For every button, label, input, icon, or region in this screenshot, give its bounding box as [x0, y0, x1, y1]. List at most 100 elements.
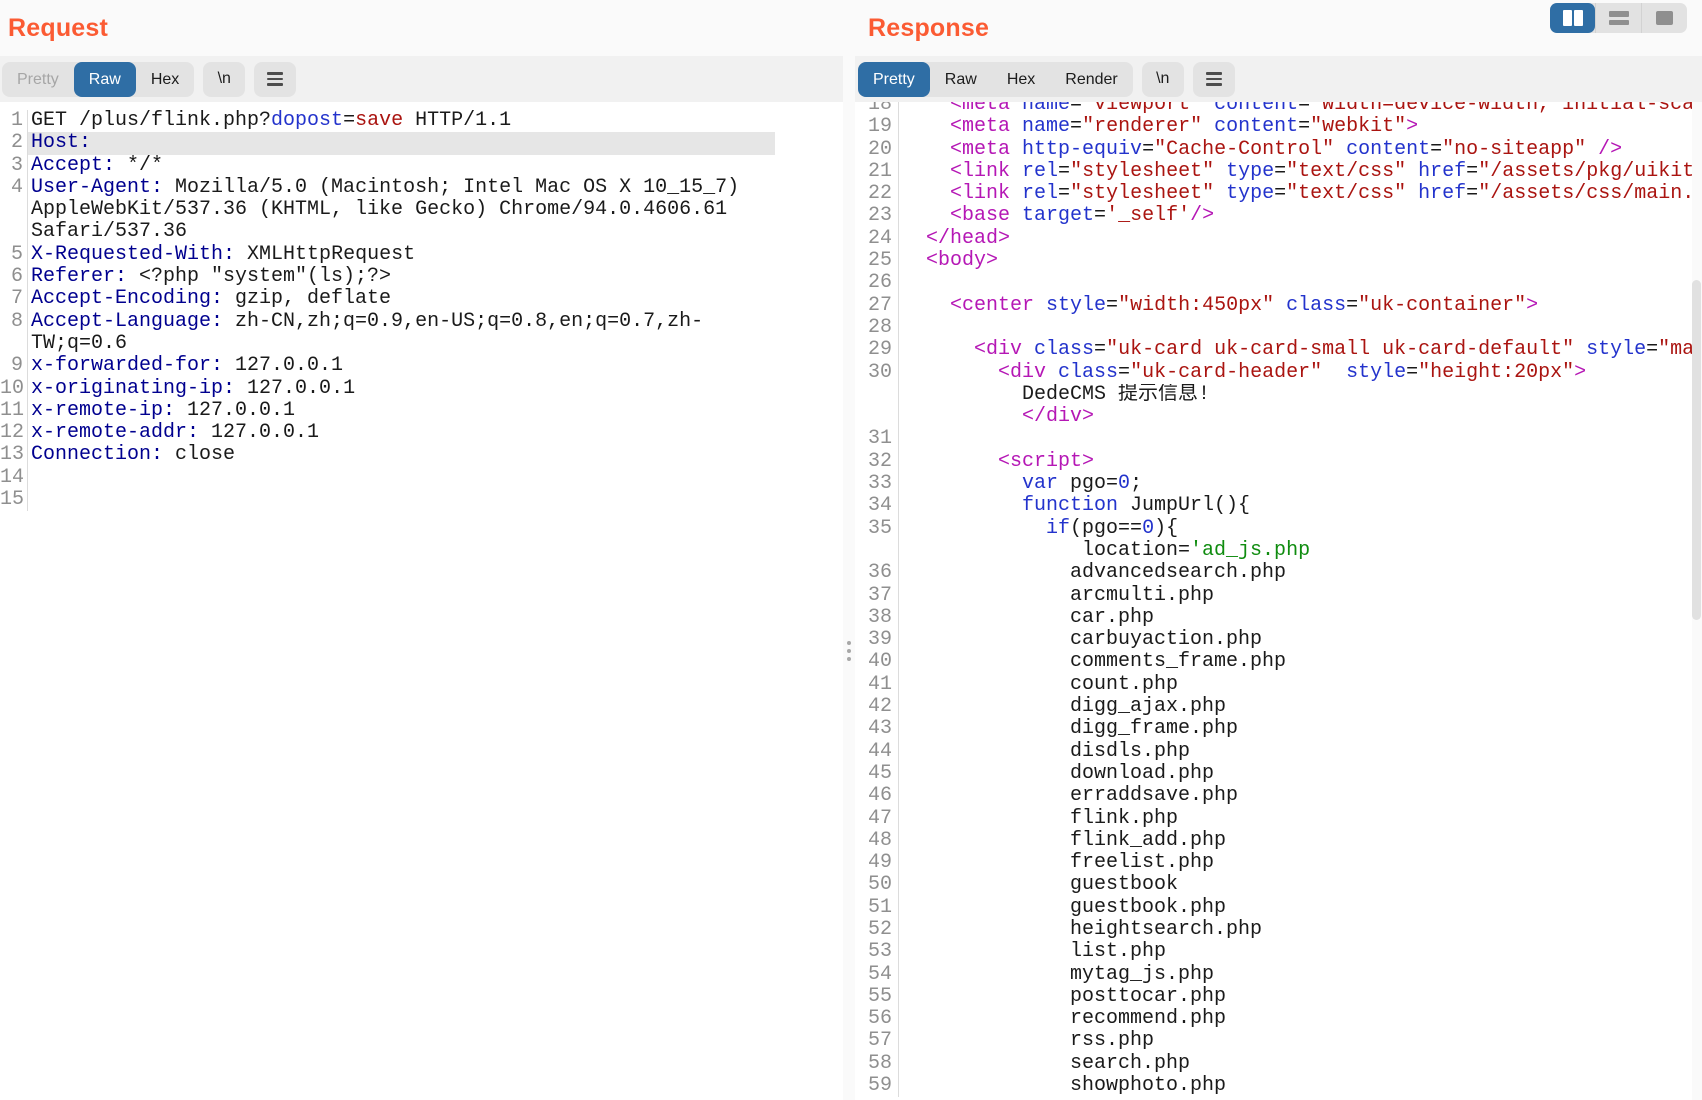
line-number: 38: [855, 607, 898, 629]
request-tab-group: PrettyRawHex: [2, 62, 194, 97]
code-line: 43 digg_frame.php: [855, 718, 1692, 740]
request-newline-toggle-button[interactable]: \n: [203, 62, 245, 97]
code-line: 50 guestbook: [855, 874, 1692, 896]
response-scrollbar-thumb[interactable]: [1692, 280, 1701, 620]
single-panel-icon: [1656, 11, 1673, 25]
code-line: 45 download.php: [855, 763, 1692, 785]
line-number: 3: [0, 155, 27, 177]
line-number: 23: [855, 205, 898, 227]
response-tab-hex[interactable]: Hex: [992, 62, 1050, 97]
code-line: 3Accept: */*: [0, 155, 843, 177]
response-viewer[interactable]: 18 <meta name="viewport" content="width=…: [855, 102, 1692, 1100]
line-number: 26: [855, 272, 898, 294]
response-tab-pretty[interactable]: Pretty: [858, 62, 930, 97]
line-number: 2: [0, 132, 27, 154]
newline-label: \n: [218, 70, 231, 88]
response-panel: Response PrettyRawHexRender \n 18 <meta …: [855, 0, 1702, 1100]
code-line: 8Accept-Language: zh-CN,zh;q=0.9,en-US;q…: [0, 311, 843, 356]
split-columns-icon: [1563, 10, 1583, 26]
line-number: 5: [0, 244, 27, 266]
code-line: 54 mytag_js.php: [855, 964, 1692, 986]
code-line: DedeCMS 提示信息!: [855, 384, 1692, 406]
newline-label: \n: [1156, 70, 1169, 88]
code-line: 42 digg_ajax.php: [855, 696, 1692, 718]
response-tab-raw[interactable]: Raw: [930, 62, 992, 97]
code-line: 11x-remote-ip: 127.0.0.1: [0, 400, 843, 422]
line-number: 36: [855, 562, 898, 584]
code-line: 31: [855, 428, 1692, 450]
code-line: 27 <center style="width:450px" class="uk…: [855, 295, 1692, 317]
code-line: 37 arcmulti.php: [855, 585, 1692, 607]
request-tab-pretty[interactable]: Pretty: [2, 62, 74, 97]
layout-split-columns-button[interactable]: [1550, 3, 1595, 33]
code-line: 56 recommend.php: [855, 1008, 1692, 1030]
line-number: 51: [855, 897, 898, 919]
code-line: 57 rss.php: [855, 1030, 1692, 1052]
code-line: 20 <meta http-equiv="Cache-Control" cont…: [855, 139, 1692, 161]
line-number: 27: [855, 295, 898, 317]
code-line: 40 comments_frame.php: [855, 651, 1692, 673]
response-tab-render[interactable]: Render: [1050, 62, 1132, 97]
line-number: 32: [855, 451, 898, 473]
code-line: 47 flink.php: [855, 808, 1692, 830]
line-number: 28: [855, 317, 898, 339]
layout-single-panel-button[interactable]: [1641, 3, 1687, 33]
request-editor[interactable]: 1GET /plus/flink.php?dopost=save HTTP/1.…: [0, 102, 843, 1100]
code-line: 48 flink_add.php: [855, 830, 1692, 852]
code-line: 10x-originating-ip: 127.0.0.1: [0, 378, 843, 400]
panel-divider-handle[interactable]: [845, 641, 853, 663]
request-menu-button[interactable]: [254, 62, 296, 97]
line-number: 45: [855, 763, 898, 785]
line-number: 11: [0, 400, 27, 422]
line-number: 7: [0, 288, 27, 310]
line-number: 54: [855, 964, 898, 986]
line-number: 40: [855, 651, 898, 673]
line-number: 6: [0, 266, 27, 288]
line-number: 15: [0, 489, 27, 511]
line-number: 1: [0, 110, 27, 132]
line-number: [855, 384, 898, 406]
layout-split-rows-button[interactable]: [1595, 3, 1641, 33]
response-code: 18 <meta name="viewport" content="width=…: [855, 102, 1692, 1097]
line-number: 42: [855, 696, 898, 718]
code-line: 15: [0, 489, 843, 511]
code-line: 13Connection: close: [0, 444, 843, 466]
response-newline-toggle-button[interactable]: \n: [1142, 62, 1184, 97]
request-tab-hex[interactable]: Hex: [136, 62, 194, 97]
response-menu-button[interactable]: [1193, 62, 1235, 97]
response-tab-group: PrettyRawHexRender: [858, 62, 1133, 97]
code-line: </div>: [855, 406, 1692, 428]
code-line: 35 if(pgo==0){: [855, 518, 1692, 540]
code-line: 29 <div class="uk-card uk-card-small uk-…: [855, 339, 1692, 361]
request-tab-raw[interactable]: Raw: [74, 62, 136, 97]
line-number: 49: [855, 852, 898, 874]
line-number: 33: [855, 473, 898, 495]
line-number: 46: [855, 785, 898, 807]
line-number: 22: [855, 183, 898, 205]
line-number: 53: [855, 941, 898, 963]
split-rows-icon: [1609, 11, 1629, 25]
code-line: 2Host:: [0, 132, 843, 154]
line-number: 57: [855, 1030, 898, 1052]
line-number: 37: [855, 585, 898, 607]
line-number: 21: [855, 161, 898, 183]
code-line: 7Accept-Encoding: gzip, deflate: [0, 288, 843, 310]
request-toolbar: PrettyRawHex \n: [0, 56, 843, 102]
hamburger-menu-icon: [1206, 72, 1222, 86]
code-line: 28: [855, 317, 1692, 339]
line-number: 10: [0, 378, 27, 400]
line-number: 58: [855, 1053, 898, 1075]
line-number: 4: [0, 177, 27, 244]
code-line: 19 <meta name="renderer" content="webkit…: [855, 116, 1692, 138]
code-line: 46 erraddsave.php: [855, 785, 1692, 807]
code-line: 58 search.php: [855, 1053, 1692, 1075]
request-panel: Request PrettyRawHex \n 1GET /plus/flink…: [0, 0, 843, 1100]
line-number: 13: [0, 444, 27, 466]
code-line: 44 disdls.php: [855, 741, 1692, 763]
code-line: 25<body>: [855, 250, 1692, 272]
code-line: 34 function JumpUrl(){: [855, 495, 1692, 517]
code-line: 32 <script>: [855, 451, 1692, 473]
line-number: 30: [855, 362, 898, 384]
line-number: 50: [855, 874, 898, 896]
line-number: 20: [855, 139, 898, 161]
